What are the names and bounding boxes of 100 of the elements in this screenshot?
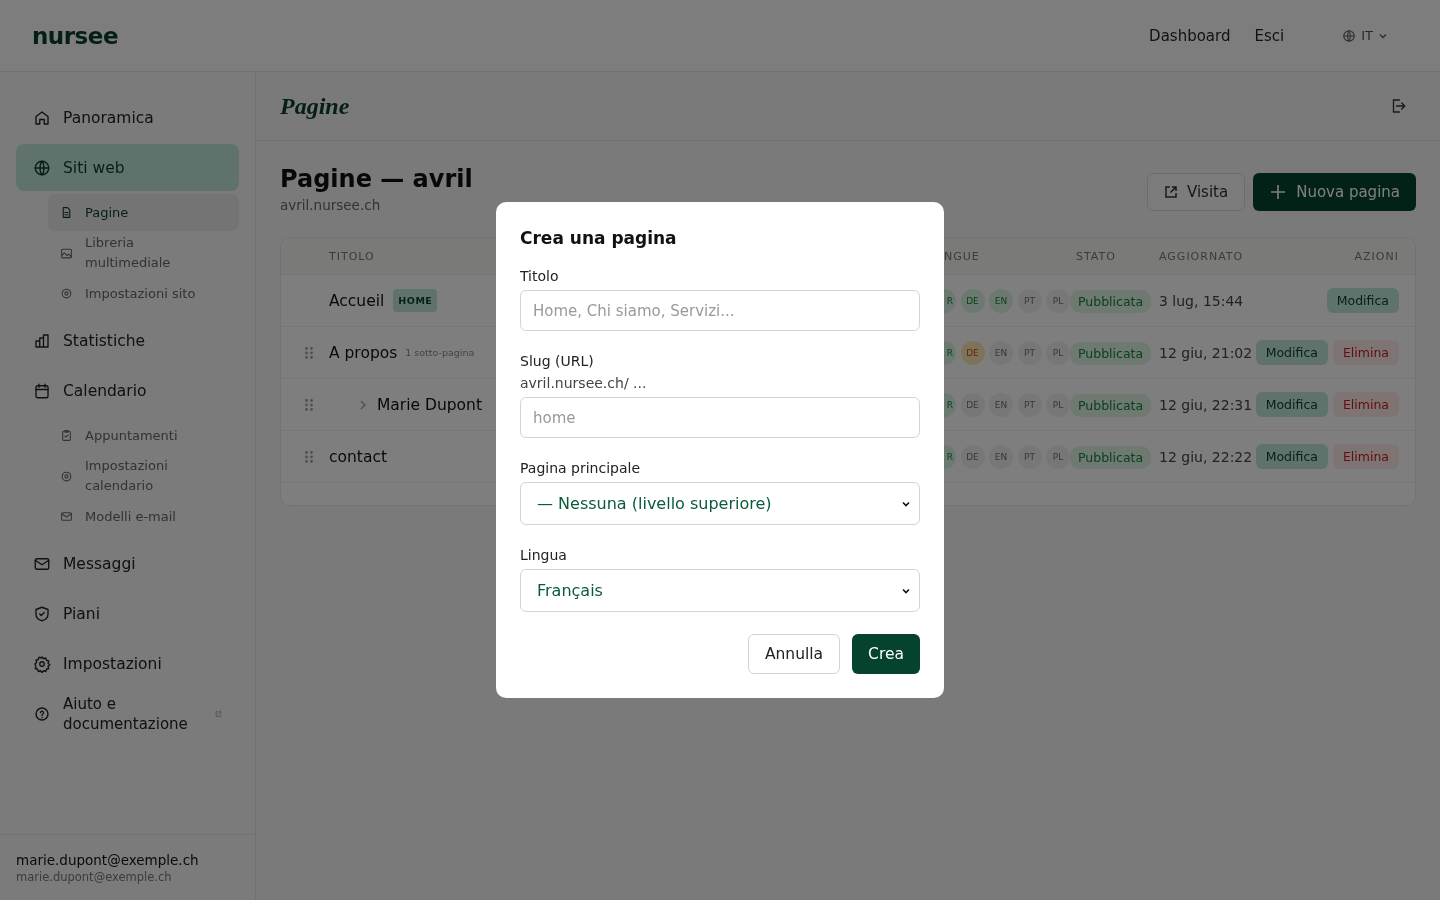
shield-icon	[33, 604, 51, 623]
language-badge[interactable]: PL	[1046, 288, 1070, 313]
updated-date: 3 lug, 15:44	[1159, 292, 1245, 309]
language-badge[interactable]: PT	[1017, 444, 1042, 469]
clipboard-icon	[60, 429, 73, 442]
field-label: Lingua	[520, 547, 568, 563]
page-name[interactable]: A propos	[329, 343, 398, 362]
help-icon	[33, 705, 51, 723]
edit-button[interactable]: Modifica	[1255, 444, 1328, 469]
sidebar-subitem[interactable]: Libreria multimediale	[48, 232, 239, 274]
sidebar-subitem[interactable]: Appuntamenti	[48, 417, 239, 454]
language-badge[interactable]: DE	[960, 392, 985, 417]
language-badge[interactable]: PT	[1017, 392, 1042, 417]
language-badge[interactable]: DE	[960, 340, 985, 365]
field-label: Titolo	[520, 268, 560, 284]
updated-date: 12 giu, 21:02	[1159, 344, 1254, 361]
language-badge[interactable]: EN	[989, 444, 1013, 469]
new-page-button[interactable]: Nuova pagina	[1253, 173, 1416, 211]
home-badge: HOME	[393, 289, 438, 312]
language-badge[interactable]: PL	[1046, 444, 1070, 469]
external-link-icon	[1164, 185, 1178, 199]
nav-link[interactable]: Esci	[1254, 26, 1285, 45]
nav-link[interactable]: Dashboard	[1149, 26, 1231, 45]
slug-field[interactable]: home	[520, 397, 920, 438]
language-badge[interactable]: R	[944, 288, 956, 313]
cancel-button[interactable]: Annulla	[747, 634, 841, 674]
sidebar-subitem[interactable]: Modelli e-mail	[48, 498, 239, 535]
status-badge: Pubblicata	[1070, 446, 1152, 469]
language-select[interactable]: Français	[520, 569, 920, 612]
sidebar-item[interactable]: Piani	[16, 590, 239, 637]
sidebar-subitem[interactable]: Impostazioni calendario	[48, 455, 239, 497]
sidebar-subitem[interactable]: Impostazioni sito	[48, 275, 239, 312]
drag-handle-icon[interactable]	[304, 449, 314, 464]
chevron-icon	[359, 399, 367, 410]
page-name[interactable]: Accueil	[329, 291, 385, 310]
sidebar-item[interactable]: Aiuto e documentazione	[16, 690, 239, 738]
language-badge[interactable]: EN	[989, 288, 1013, 313]
column-header: TITOLO	[329, 249, 375, 263]
language-badge[interactable]: EN	[989, 340, 1013, 365]
drag-handle-icon[interactable]	[304, 345, 314, 360]
bar-chart-icon	[33, 331, 51, 350]
delete-button[interactable]: Elimina	[1332, 340, 1399, 365]
document-icon	[60, 206, 73, 219]
logo[interactable]: nursee	[32, 22, 118, 49]
language-badge[interactable]: EN	[989, 392, 1013, 417]
column-header: AZIONI	[1354, 249, 1399, 263]
edit-button[interactable]: Modifica	[1255, 340, 1328, 365]
status-badge: Pubblicata	[1070, 290, 1152, 313]
image-icon	[60, 246, 73, 260]
slug-prefix: avril.nursee.ch/ ...	[520, 375, 648, 391]
calendar-icon	[33, 381, 51, 400]
create-button[interactable]: Crea	[852, 634, 920, 674]
language-selector[interactable]: IT	[1336, 27, 1394, 44]
language-badge[interactable]: DE	[960, 288, 985, 313]
language-badge[interactable]: PL	[1046, 340, 1070, 365]
sidebar-subitem[interactable]: Pagine	[48, 194, 239, 231]
page-name[interactable]: Marie Dupont	[377, 395, 482, 414]
delete-button[interactable]: Elimina	[1332, 392, 1399, 417]
column-header: NGUE	[944, 249, 981, 263]
parent-page-select[interactable]: — Nessuna (livello superiore)	[520, 482, 920, 525]
external-link-icon	[215, 709, 222, 719]
language-badge[interactable]: PT	[1017, 288, 1042, 313]
language-badge[interactable]: PL	[1046, 392, 1070, 417]
updated-date: 12 giu, 22:22	[1159, 448, 1254, 465]
edit-button[interactable]: Modifica	[1255, 392, 1328, 417]
sidebar-item[interactable]: Panoramica	[16, 94, 239, 141]
visit-button[interactable]: Visita	[1147, 173, 1246, 211]
envelope-icon	[60, 510, 73, 523]
edit-button[interactable]: Modifica	[1326, 288, 1399, 313]
user-name: marie.dupont@exemple.ch	[16, 852, 200, 868]
sidebar-item[interactable]: Statistiche	[16, 317, 239, 364]
updated-date: 12 giu, 22:31	[1159, 396, 1254, 413]
language-badge[interactable]: R	[944, 340, 956, 365]
settings-icon	[60, 469, 73, 483]
field-label: Slug (URL)	[520, 353, 595, 369]
page-heading: Pagine — avril	[280, 165, 473, 193]
language-badge[interactable]: PT	[1017, 340, 1042, 365]
sidebar-item[interactable]: Impostazioni	[16, 640, 239, 687]
sidebar-item[interactable]: Calendario	[16, 367, 239, 414]
globe-icon	[33, 158, 51, 177]
site-address: avril.nursee.ch	[280, 197, 382, 213]
sidebar-item[interactable]: Siti web	[16, 144, 239, 191]
language-badge[interactable]: R	[944, 444, 956, 469]
column-header: STATO	[1076, 249, 1117, 263]
globe-icon	[1342, 28, 1357, 43]
page-name[interactable]: contact	[329, 447, 387, 466]
language-badge[interactable]: DE	[960, 444, 985, 469]
sidebar-item[interactable]: Messaggi	[16, 540, 239, 587]
field-label: Pagina principale	[520, 460, 642, 476]
user-email: marie.dupont@exemple.ch	[16, 870, 173, 884]
delete-button[interactable]: Elimina	[1332, 444, 1399, 469]
language-badge[interactable]: R	[944, 392, 956, 417]
page-title: Pagine	[280, 92, 350, 120]
settings-icon	[60, 287, 73, 300]
settings-icon	[33, 654, 51, 673]
column-header: AGGIORNATO	[1159, 249, 1245, 263]
title-field[interactable]: Home, Chi siamo, Servizi...	[520, 290, 920, 331]
drag-handle-icon[interactable]	[304, 397, 314, 412]
plus-icon	[1269, 183, 1288, 201]
status-badge: Pubblicata	[1070, 342, 1152, 365]
